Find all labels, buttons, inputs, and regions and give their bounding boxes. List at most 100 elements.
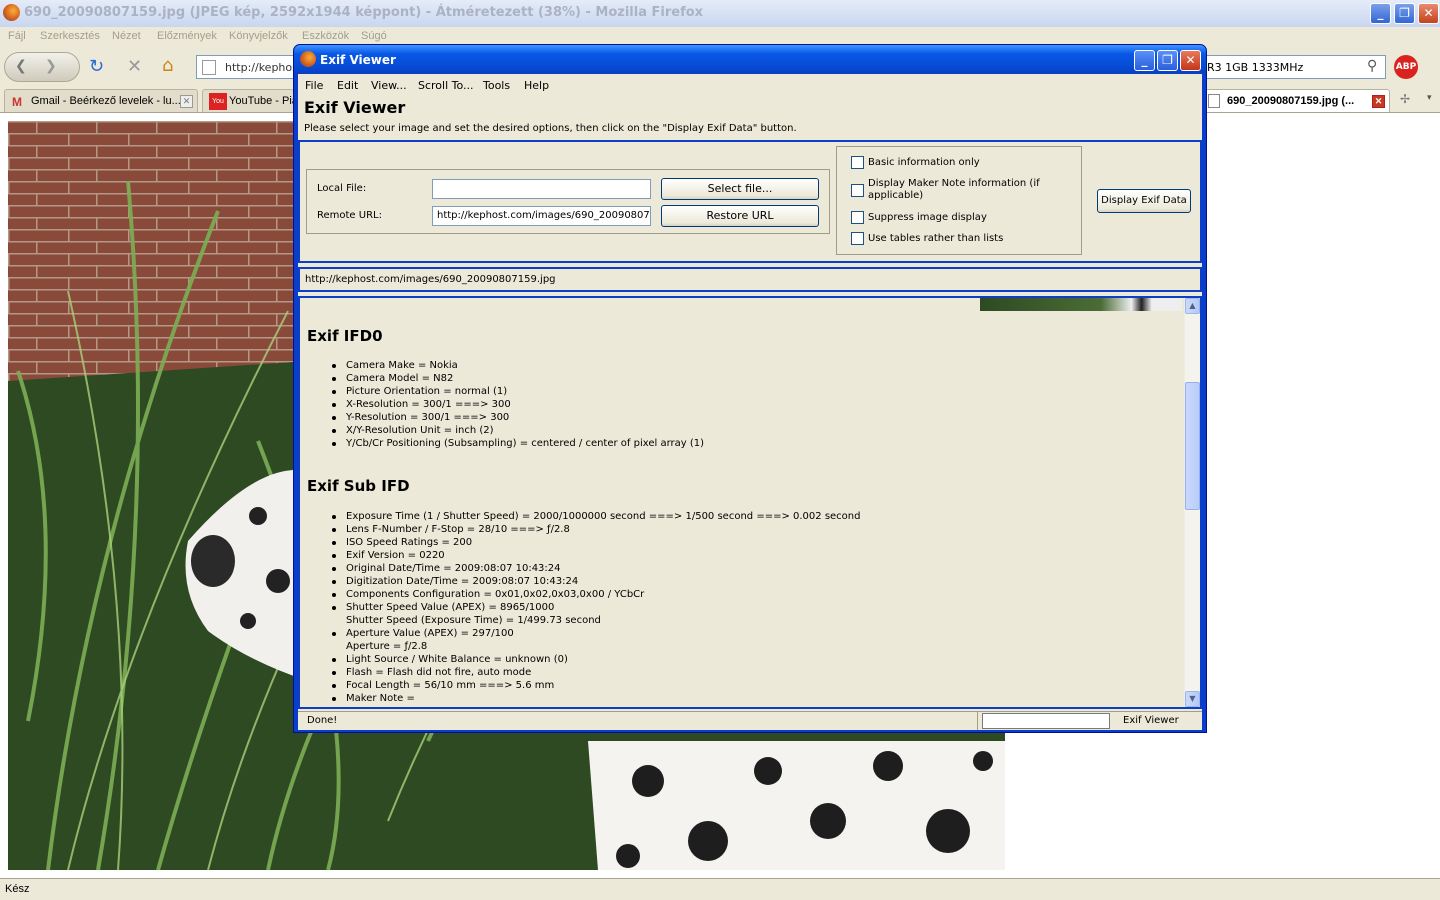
- tab-label: Gmail - Beérkező levelek - lu...: [31, 95, 181, 107]
- tab-gmail[interactable]: M Gmail - Beérkező levelek - lu... ✕: [4, 89, 198, 112]
- current-url-bar: http://kephost.com/images/690_2009080715…: [298, 267, 1202, 292]
- local-file-input[interactable]: [432, 179, 651, 199]
- status-app-name: Exif Viewer: [1123, 715, 1179, 726]
- remote-url-input[interactable]: http://kephost.com/images/690_2009080715…: [432, 206, 651, 226]
- list-item: Shutter Speed (Exposure Time) = 1/499.73…: [346, 615, 601, 626]
- new-tab-icon[interactable]: ✢: [1400, 92, 1410, 106]
- close-icon[interactable]: ✕: [1180, 50, 1201, 71]
- gmail-icon: M: [12, 95, 22, 109]
- list-item: Shutter Speed Value (APEX) = 8965/1000: [330, 601, 860, 614]
- restore-url-button[interactable]: Restore URL: [661, 205, 819, 227]
- maximize-icon[interactable]: ❐: [1394, 3, 1415, 24]
- scroll-down-icon[interactable]: ▼: [1185, 691, 1200, 707]
- options-panel: Local File: Select file... Remote URL: h…: [298, 140, 1202, 263]
- page-title: Exif Viewer: [304, 98, 406, 117]
- maximize-icon[interactable]: ❐: [1157, 50, 1178, 71]
- image-preview-strip: [980, 298, 1182, 311]
- list-item: Y/Cb/Cr Positioning (Subsampling) = cent…: [330, 437, 704, 450]
- list-item: Aperture = ƒ/2.8: [346, 641, 428, 652]
- back-forward-buttons[interactable]: ❮ ❯: [4, 52, 80, 82]
- menu-view[interactable]: View...: [371, 79, 407, 92]
- list-item: Camera Model = N82: [330, 372, 704, 385]
- list-item: Exposure Time (1 / Shutter Speed) = 2000…: [330, 510, 860, 523]
- firefox-icon: [300, 51, 316, 67]
- exif-viewer-title-bar[interactable]: Exif Viewer _ ❐ ✕: [294, 45, 1206, 74]
- exif-status-bar: Done! Exif Viewer: [298, 711, 1202, 730]
- list-item: Light Source / White Balance = unknown (…: [330, 653, 860, 666]
- home-icon[interactable]: ⌂: [162, 55, 173, 76]
- tab-label: YouTube - Pia: [229, 95, 294, 107]
- list-item: Components Configuration = 0x01,0x02,0x0…: [330, 588, 860, 601]
- local-file-label: Local File:: [317, 183, 367, 194]
- search-icon[interactable]: ⚲: [1367, 58, 1377, 74]
- exif-results-pane[interactable]: Exif IFD0 Camera Make = Nokia Camera Mod…: [298, 296, 1202, 709]
- window-title: Exif Viewer: [320, 53, 396, 67]
- menu-bookmarks[interactable]: Könyvjelzők: [229, 30, 288, 42]
- back-icon[interactable]: ❮: [15, 58, 27, 74]
- suppress-image-checkbox[interactable]: [851, 211, 864, 224]
- list-item: Digitization Date/Time = 2009:08:07 10:4…: [330, 575, 860, 588]
- menu-edit[interactable]: Szerkesztés: [40, 30, 100, 42]
- section-title: Exif Sub IFD: [307, 477, 410, 495]
- youtube-icon: You: [209, 93, 227, 110]
- list-item: ISO Speed Ratings = 200: [330, 536, 860, 549]
- forward-icon[interactable]: ❯: [45, 58, 57, 74]
- basic-info-checkbox[interactable]: [851, 156, 864, 169]
- menu-tools[interactable]: Eszközök: [302, 30, 349, 42]
- use-tables-checkbox[interactable]: [851, 232, 864, 245]
- display-options-group: Basic information only Display Maker Not…: [836, 146, 1082, 255]
- suppress-image-label: Suppress image display: [868, 212, 987, 223]
- menu-file[interactable]: Fájl: [8, 30, 26, 42]
- page-icon: [1208, 94, 1220, 108]
- maker-note-checkbox[interactable]: [851, 184, 864, 197]
- list-item: Flash = Flash did not fire, auto mode: [330, 666, 860, 679]
- scroll-thumb[interactable]: [1185, 382, 1200, 510]
- list-item: X/Y-Resolution Unit = inch (2): [330, 424, 704, 437]
- close-tab-icon[interactable]: ✕: [1372, 95, 1385, 108]
- use-tables-label: Use tables rather than lists: [868, 233, 1004, 244]
- list-item: X-Resolution = 300/1 ===> 300: [330, 398, 704, 411]
- search-box-text[interactable]: R3 1GB 1333MHz: [1207, 61, 1303, 74]
- menu-edit[interactable]: Edit: [337, 79, 358, 92]
- progress-bar: [982, 713, 1110, 729]
- stop-icon[interactable]: ✕: [127, 56, 142, 77]
- tab-youtube[interactable]: You YouTube - Pia: [202, 89, 294, 112]
- minimize-icon[interactable]: _: [1134, 50, 1155, 71]
- results-scrollbar[interactable]: ▲ ▼: [1184, 298, 1200, 707]
- exif-viewer-window: Exif Viewer _ ❐ ✕ File Edit View... Scro…: [293, 44, 1207, 733]
- menu-help[interactable]: Súgó: [361, 30, 387, 42]
- tab-label: 690_20090807159.jpg (...: [1227, 95, 1355, 107]
- scroll-up-icon[interactable]: ▲: [1185, 298, 1200, 314]
- exif-viewer-body: File Edit View... Scroll To... Tools Hel…: [298, 74, 1202, 730]
- section-title: Exif IFD0: [307, 327, 383, 345]
- display-exif-data-button[interactable]: Display Exif Data: [1097, 189, 1191, 213]
- menu-view[interactable]: Nézet: [112, 30, 141, 42]
- list-item: Maker Note =: [330, 692, 860, 705]
- current-url-text: http://kephost.com/images/690_2009080715…: [305, 274, 556, 285]
- menu-tools[interactable]: Tools: [483, 79, 510, 92]
- menu-scroll-to[interactable]: Scroll To...: [418, 79, 474, 92]
- remote-url-label: Remote URL:: [317, 210, 382, 221]
- adblock-icon[interactable]: ABP: [1394, 55, 1418, 79]
- page-icon: [202, 60, 216, 75]
- select-file-button[interactable]: Select file...: [661, 178, 819, 200]
- menu-history[interactable]: Előzmények: [157, 30, 217, 42]
- list-item: Camera Make = Nokia: [330, 359, 704, 372]
- firefox-icon: [3, 4, 20, 21]
- tab-list-icon[interactable]: ▾: [1427, 93, 1432, 103]
- status-text: Done!: [307, 715, 338, 726]
- menu-file[interactable]: File: [305, 79, 323, 92]
- list-item: Y-Resolution = 300/1 ===> 300: [330, 411, 704, 424]
- exif-sub-ifd-list: Exposure Time (1 / Shutter Speed) = 2000…: [330, 510, 860, 705]
- tab-image[interactable]: 690_20090807159.jpg (... ✕: [1200, 89, 1390, 112]
- list-item: Exif Version = 0220: [330, 549, 860, 562]
- status-text: Kész: [5, 883, 30, 895]
- menu-help[interactable]: Help: [524, 79, 549, 92]
- list-item: Focal Length = 56/10 mm ===> 5.6 mm: [330, 679, 860, 692]
- list-item: Lens F-Number / F-Stop = 28/10 ===> ƒ/2.…: [330, 523, 860, 536]
- reload-icon[interactable]: ↻: [89, 56, 104, 77]
- close-icon[interactable]: ✕: [1418, 3, 1439, 24]
- close-tab-icon[interactable]: ✕: [180, 95, 193, 108]
- minimize-icon[interactable]: _: [1370, 3, 1391, 24]
- instructions-text: Please select your image and set the des…: [304, 123, 797, 134]
